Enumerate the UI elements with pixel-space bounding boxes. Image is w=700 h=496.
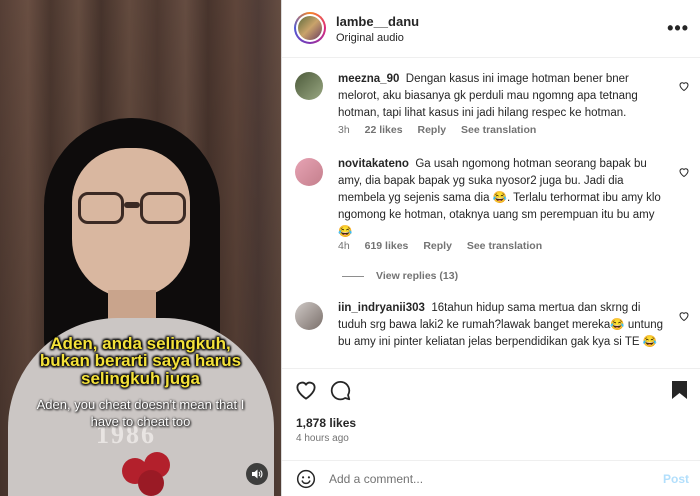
bookmark-icon[interactable] <box>671 380 688 400</box>
heart-icon[interactable] <box>678 310 690 322</box>
comment-time: 4h <box>338 240 350 252</box>
comment-bubble-icon[interactable] <box>330 380 351 401</box>
commenter-avatar[interactable] <box>295 72 323 100</box>
comment-time: 3h <box>338 124 350 136</box>
commenter-avatar[interactable] <box>295 302 323 330</box>
post-actions-bar <box>282 368 700 408</box>
audio-label[interactable]: Original audio <box>336 32 404 44</box>
glasses <box>78 192 186 228</box>
comment-text: meezna_90 Dengan kasus ini image hotman … <box>338 71 668 122</box>
comment-meta: 4h 619 likes Reply See translation <box>338 240 554 252</box>
like-heart-icon[interactable] <box>295 380 317 400</box>
speaker-icon <box>252 469 263 479</box>
comment-body: Ga usah ngomong hotman seorang bapak bu … <box>338 158 661 238</box>
heart-icon[interactable] <box>678 166 690 178</box>
author-avatar[interactable] <box>294 12 326 44</box>
comment-likes[interactable]: 22 likes <box>365 124 403 136</box>
likes-count[interactable]: 1,878 likes <box>296 416 356 430</box>
comment-input[interactable]: Add a comment... <box>329 472 423 486</box>
emoji-icon[interactable] <box>296 469 316 489</box>
commenter-avatar[interactable] <box>295 158 323 186</box>
reply-button[interactable]: Reply <box>417 124 446 136</box>
author-username[interactable]: lambe__danu <box>336 14 419 29</box>
view-replies-button[interactable]: View replies (13) <box>342 270 458 282</box>
caption-line-3: selingkuh juga <box>80 369 201 388</box>
comment-meta: 3h 22 likes Reply See translation <box>338 124 548 136</box>
more-options-icon[interactable]: ••• <box>667 18 689 39</box>
heart-icon[interactable] <box>678 80 690 92</box>
commenter-username[interactable]: meezna_90 <box>338 73 399 85</box>
see-translation-link[interactable]: See translation <box>461 124 536 136</box>
caption-line-2: bukan berarti saya harus <box>39 351 242 370</box>
reply-button[interactable]: Reply <box>423 240 452 252</box>
see-translation-link[interactable]: See translation <box>467 240 542 252</box>
commenter-username[interactable]: iin_indryanii303 <box>338 302 425 314</box>
comment-text: iin_indryanii303 16tahun hidup sama mert… <box>338 300 668 351</box>
comments-list[interactable]: meezna_90 Dengan kasus ini image hotman … <box>282 58 700 368</box>
post-header: lambe__danu Original audio ••• <box>282 0 700 58</box>
post-comment-button[interactable]: Post <box>663 472 689 486</box>
post-panel: lambe__danu Original audio ••• meezna_90… <box>281 0 700 496</box>
shirt-roses <box>118 450 182 496</box>
commenter-username[interactable]: novitakateno <box>338 158 409 170</box>
caption-translation-line-2: have to cheat too <box>90 414 191 429</box>
comment-likes[interactable]: 619 likes <box>365 240 409 252</box>
mute-button[interactable] <box>246 463 268 485</box>
reel-video[interactable]: 1986 Aden, anda selingkuh, bukan berarti… <box>0 0 281 496</box>
caption-line-1: Aden, anda selingkuh, <box>50 334 231 353</box>
add-comment-bar: Add a comment... Post <box>282 460 700 496</box>
comment-text: novitakateno Ga usah ngomong hotman seor… <box>338 156 668 241</box>
caption-translation-line-1: Aden, you cheat doesn't mean that I <box>36 397 245 412</box>
post-time: 4 hours ago <box>296 433 349 444</box>
